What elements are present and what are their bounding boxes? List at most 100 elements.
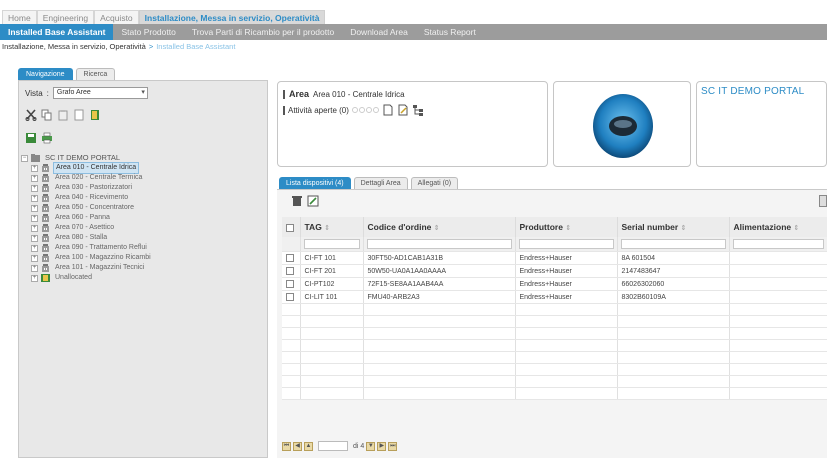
tab-home[interactable]: Home bbox=[2, 10, 37, 24]
down-button[interactable]: ▼ bbox=[366, 441, 376, 451]
breadcrumb-current: Installed Base Assistant bbox=[156, 42, 236, 51]
tree-item[interactable]: + Area 040 - Ricevimento bbox=[21, 193, 265, 203]
panel-toggle-button[interactable] bbox=[819, 195, 827, 207]
cell-serial: 66026302060 bbox=[617, 277, 730, 291]
expand-icon[interactable]: + bbox=[31, 224, 38, 232]
tree-item-label[interactable]: Area 090 - Trattamento Reflui bbox=[53, 243, 149, 253]
tab-allegati[interactable]: Allegati (0) bbox=[410, 177, 459, 189]
expand-icon[interactable]: + bbox=[31, 204, 38, 212]
cell-power bbox=[729, 251, 827, 265]
expand-icon[interactable]: + bbox=[31, 244, 38, 252]
tree-item-label[interactable]: Area 100 - Magazzino Ricambi bbox=[53, 253, 153, 263]
filter-tag-input[interactable] bbox=[303, 239, 360, 249]
expand-icon[interactable]: + bbox=[31, 234, 38, 242]
col-power[interactable]: Alimentazione ⇕ bbox=[729, 217, 827, 237]
table-row[interactable]: CI-LIT 101 FMU40-ARB2A3 Endress+Hauser 8302… bbox=[282, 290, 827, 304]
book-icon[interactable] bbox=[89, 109, 101, 121]
expand-icon[interactable]: + bbox=[31, 254, 38, 262]
table-row[interactable]: CI-FT 101 30FT50-AD1CAB1A31B Endress+Hause… bbox=[282, 251, 827, 265]
row-checkbox[interactable] bbox=[286, 280, 294, 288]
tree-item-label[interactable]: Area 101 - Magazzini Tecnici bbox=[53, 263, 146, 273]
tree-item-label[interactable]: Area 080 - Stalla bbox=[53, 233, 109, 243]
tree-item[interactable]: + Area 101 - Magazzini Tecnici bbox=[21, 263, 265, 273]
row-checkbox[interactable] bbox=[286, 267, 294, 275]
page-input[interactable] bbox=[318, 441, 348, 451]
row-checkbox[interactable] bbox=[286, 293, 294, 301]
tree-item-label[interactable]: Area 040 - Ricevimento bbox=[53, 193, 130, 203]
last-page-button[interactable]: ⏭ bbox=[388, 441, 398, 451]
tab-navigazione[interactable]: Navigazione bbox=[18, 68, 73, 80]
tab-dettagli-area[interactable]: Dettagli Area bbox=[353, 177, 408, 189]
save-icon[interactable] bbox=[25, 132, 37, 144]
tab-engineering[interactable]: Engineering bbox=[36, 10, 95, 24]
tree-item-label[interactable]: Area 060 - Panna bbox=[53, 213, 112, 223]
tree-item[interactable]: + Area 050 - Concentratore bbox=[21, 203, 265, 213]
subtab-installed-base-assistant[interactable]: Installed Base Assistant bbox=[0, 24, 114, 40]
expand-icon[interactable]: + bbox=[31, 214, 38, 222]
next-page-button[interactable]: ▶ bbox=[377, 441, 387, 451]
tree-item[interactable]: + Area 090 - Trattamento Reflui bbox=[21, 243, 265, 253]
tree-item[interactable]: + Area 010 - Centrale Idrica bbox=[21, 162, 265, 174]
expand-icon[interactable]: + bbox=[31, 274, 38, 282]
tree-item[interactable]: + Area 030 - Pastorizzatori bbox=[21, 183, 265, 193]
filter-serial-input[interactable] bbox=[620, 239, 726, 249]
edit-document-icon[interactable] bbox=[397, 104, 409, 116]
print-icon[interactable] bbox=[41, 132, 53, 144]
tree-item-label[interactable]: Area 030 - Pastorizzatori bbox=[53, 183, 134, 193]
delete-icon[interactable] bbox=[291, 195, 303, 207]
cell-maker: Endress+Hauser bbox=[515, 290, 618, 304]
expand-icon[interactable]: + bbox=[31, 164, 38, 172]
col-order-code[interactable]: Codice d'ordine ⇕ bbox=[363, 217, 516, 237]
col-tag[interactable]: TAG ⇕ bbox=[300, 217, 364, 237]
expand-icon[interactable]: + bbox=[31, 184, 38, 192]
subtab-stato-prodotto[interactable]: Stato Prodotto bbox=[113, 24, 183, 40]
tree-item[interactable]: + Area 100 - Magazzino Ricambi bbox=[21, 253, 265, 263]
copy-icon[interactable] bbox=[41, 109, 53, 121]
new-document-icon[interactable] bbox=[382, 104, 394, 116]
tree-item-label[interactable]: Area 050 - Concentratore bbox=[53, 203, 136, 213]
navigation-panel: Vista: Grafo Aree ▾ − SC IT DEMO PORTAL … bbox=[18, 80, 268, 458]
tree-item-label[interactable]: Unallocated bbox=[53, 273, 94, 283]
tree-item-label[interactable]: Area 020 - Centrale Termica bbox=[53, 173, 144, 183]
col-serial[interactable]: Serial number ⇕ bbox=[617, 217, 730, 237]
select-all-checkbox[interactable] bbox=[286, 223, 294, 232]
first-page-button[interactable]: ⏮ bbox=[282, 441, 291, 451]
tab-acquisto[interactable]: Acquisto bbox=[94, 10, 139, 24]
table-header: TAG ⇕ Codice d'ordine ⇕ Produttore ⇕ Ser… bbox=[282, 217, 827, 237]
tree-item-label[interactable]: Area 070 - Asettico bbox=[53, 223, 116, 233]
expand-icon[interactable]: + bbox=[31, 174, 38, 182]
breadcrumb-parent[interactable]: Installazione, Messa in servizio, Operat… bbox=[2, 41, 146, 53]
export-icon[interactable] bbox=[307, 195, 319, 207]
building-icon bbox=[42, 184, 49, 192]
cut-icon[interactable] bbox=[25, 109, 37, 121]
hierarchy-icon[interactable] bbox=[412, 104, 424, 116]
table-row[interactable]: CI-PT102 72F15-SE8AA1AAB4AA Endress+Hauser… bbox=[282, 277, 827, 291]
subtab-trova-parti[interactable]: Trova Parti di Ricambio per il prodotto bbox=[184, 24, 342, 40]
subtab-download-area[interactable]: Download Area bbox=[342, 24, 416, 40]
up-button[interactable]: ▲ bbox=[304, 441, 313, 451]
paste-icon[interactable] bbox=[57, 109, 69, 121]
tree-item[interactable]: + Unallocated bbox=[21, 273, 265, 283]
row-checkbox[interactable] bbox=[286, 254, 294, 262]
tree-item[interactable]: + Area 020 - Centrale Termica bbox=[21, 173, 265, 183]
filter-maker-input[interactable] bbox=[518, 239, 614, 249]
cell-tag: CI-PT102 bbox=[300, 277, 364, 291]
tab-ricerca[interactable]: Ricerca bbox=[75, 68, 116, 80]
tree-item[interactable]: + Area 080 - Stalla bbox=[21, 233, 265, 243]
tree-item[interactable]: + Area 060 - Panna bbox=[21, 213, 265, 223]
tab-installazione[interactable]: Installazione, Messa in servizio, Operat… bbox=[138, 10, 326, 24]
table-row[interactable]: CI-FT 201 50W50-UA0A1AA0AAAA Endress+Hause… bbox=[282, 264, 827, 278]
tab-lista-dispositivi[interactable]: Lista dispositivi (4) bbox=[279, 177, 351, 189]
filter-power-input[interactable] bbox=[732, 239, 824, 249]
expand-icon[interactable]: + bbox=[31, 194, 38, 202]
filter-order-code-input[interactable] bbox=[366, 239, 512, 249]
vista-select[interactable]: Grafo Aree ▾ bbox=[52, 87, 148, 99]
prev-page-button[interactable]: ◀ bbox=[293, 441, 302, 451]
subtab-status-report[interactable]: Status Report bbox=[416, 24, 484, 40]
tree-item[interactable]: + Area 070 - Asettico bbox=[21, 223, 265, 233]
vista-value: Grafo Aree bbox=[56, 89, 91, 96]
collapse-icon[interactable]: − bbox=[21, 154, 28, 162]
expand-icon[interactable]: + bbox=[31, 264, 38, 272]
document-icon[interactable] bbox=[73, 109, 85, 121]
col-maker[interactable]: Produttore ⇕ bbox=[515, 217, 618, 237]
